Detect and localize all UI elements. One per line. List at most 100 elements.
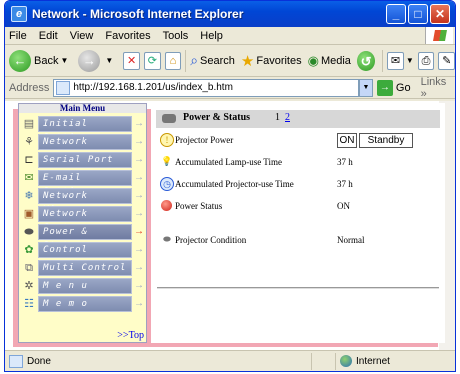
projector-condition-value: Normal — [337, 235, 365, 245]
go-button[interactable]: → Go — [376, 79, 411, 96]
maximize-button[interactable]: □ — [408, 4, 428, 24]
projector-condition-icon: ⬬ — [163, 234, 171, 244]
home-icon[interactable]: ⌂ — [164, 51, 182, 70]
forward-arrow-icon: → — [78, 49, 101, 72]
back-label: Back — [34, 54, 59, 67]
sidebar-item-memo[interactable]: ☷ M e m o → — [21, 296, 145, 312]
address-input[interactable]: http://192.168.1.201/us/index_b.htm — [53, 78, 360, 97]
title-bar: e Network - Microsoft Internet Explorer … — [5, 1, 455, 27]
projector-power-label: Projector Power — [175, 135, 234, 145]
sidebar-item-label: M e n u — [38, 278, 132, 294]
links-button[interactable]: Links » — [421, 76, 455, 100]
page-icon — [56, 80, 71, 95]
sidebar-item-network-viewer[interactable]: ❄ Network Viewer → — [21, 188, 145, 215]
address-dropdown-icon[interactable]: ▼ — [359, 78, 373, 97]
sidebar-item-label: Initial Setting — [38, 116, 132, 143]
page-done-icon — [9, 354, 23, 368]
back-dropdown-icon[interactable]: ▼ — [60, 56, 68, 65]
media-icon: ◉ — [307, 52, 319, 68]
lamp-bulb-icon: 💡 — [161, 156, 173, 166]
mail-icon[interactable]: ✉ — [387, 51, 404, 70]
back-button[interactable]: ← Back ▼ — [9, 49, 72, 72]
window-title: Network - Microsoft Internet Explorer — [32, 7, 244, 21]
browser-window: e Network - Microsoft Internet Explorer … — [4, 0, 456, 372]
clock-icon: ◷ — [160, 177, 174, 191]
print-icon[interactable]: ⎙ — [417, 51, 435, 70]
page-2-link[interactable]: 2 — [285, 112, 290, 123]
status-bar: Done Internet — [5, 350, 455, 371]
address-url: http://192.168.1.201/us/index_b.htm — [73, 82, 233, 93]
refresh-icon[interactable]: ⟳ — [143, 51, 161, 70]
minimize-button[interactable]: _ — [386, 4, 406, 24]
content-header: Power & Status 1 2 — [156, 110, 440, 128]
arrow-right-icon: → — [134, 190, 144, 201]
history-icon[interactable]: ↺ — [356, 50, 376, 71]
sidebar-item-label: M e m o — [38, 296, 132, 312]
menu-help[interactable]: Help — [200, 30, 223, 42]
edit-icon[interactable]: ✎ — [438, 51, 455, 70]
projector-icon: ⬬ — [24, 226, 34, 238]
search-button[interactable]: ⌕ Search — [190, 52, 235, 69]
network-capture-icon: ▣ — [23, 208, 35, 220]
menu-bar: File Edit View Favorites Tools Help — [5, 27, 455, 45]
media-label: Media — [320, 54, 351, 67]
menu-file[interactable]: File — [9, 30, 27, 42]
arrow-right-icon: → — [134, 154, 144, 165]
to-top-link[interactable]: >>Top — [117, 330, 144, 341]
ie-app-icon: e — [11, 6, 27, 22]
close-button[interactable]: ✕ — [430, 4, 450, 24]
initial-setting-icon: ▤ — [23, 118, 35, 130]
arrow-right-icon: → — [134, 244, 144, 255]
sidebar-item-control[interactable]: ✿ Control → — [21, 242, 145, 258]
sidebar-item-network[interactable]: ⚘ Network → — [21, 134, 145, 150]
sidebar-item-initial-setting[interactable]: ▤ Initial Setting → — [21, 116, 145, 143]
media-button[interactable]: ◉ Media — [308, 53, 351, 69]
projector-icon — [162, 114, 176, 123]
status-red-dot-icon — [161, 200, 172, 211]
windows-logo-icon — [425, 27, 453, 44]
sidebar-item-label: Network Capture — [38, 206, 132, 233]
sidebar-item-email-setting[interactable]: ✉ E-mail Setting → — [21, 170, 145, 197]
toolbar-separator — [185, 49, 187, 72]
menu-icon: ✲ — [24, 280, 34, 292]
arrow-right-icon: → — [134, 298, 144, 309]
sidebar-item-power-status[interactable]: ⬬ Power & Status → — [21, 224, 145, 251]
internet-globe-icon — [340, 355, 352, 367]
toolbar-separator — [382, 49, 384, 72]
menu-tools[interactable]: Tools — [163, 30, 189, 42]
page-title: Power & Status — [183, 112, 251, 123]
control-icon: ✿ — [24, 244, 34, 256]
menu-view[interactable]: View — [70, 30, 94, 42]
power-on-button[interactable]: ON — [337, 133, 357, 148]
status-text: Done — [27, 355, 51, 367]
arrow-right-active-icon: → — [134, 226, 144, 237]
status-done: Done — [5, 354, 311, 368]
content-divider — [157, 287, 439, 289]
sidebar-item-serial-port[interactable]: ⊏ Serial Port → — [21, 152, 145, 168]
email-icon: ✉ — [24, 172, 34, 184]
mail-dropdown-icon[interactable]: ▼ — [406, 56, 414, 65]
sidebar-item-label: Network Viewer — [38, 188, 132, 215]
address-bar: Address http://192.168.1.201/us/index_b.… — [5, 76, 455, 100]
network-viewer-icon: ❄ — [24, 190, 34, 202]
favorites-button[interactable]: ★ Favorites — [241, 52, 302, 70]
stop-icon[interactable]: ✕ — [123, 51, 140, 70]
status-content-panel: Power & Status 1 2 ! Projector Power ON … — [151, 103, 445, 343]
menu-favorites[interactable]: Favorites — [105, 30, 150, 42]
arrow-right-icon: → — [134, 172, 144, 183]
sidebar-item-network-capture[interactable]: ▣ Network Capture → — [21, 206, 145, 233]
go-arrow-icon: → — [376, 79, 393, 96]
forward-button[interactable]: → ▼ — [78, 49, 117, 72]
favorites-label: Favorites — [256, 54, 302, 67]
arrow-right-icon: → — [134, 118, 144, 129]
power-icon: ! — [160, 133, 174, 147]
menu-edit[interactable]: Edit — [39, 30, 58, 42]
arrow-right-icon: → — [134, 262, 144, 273]
projector-condition-label: Projector Condition — [175, 235, 247, 245]
forward-dropdown-icon[interactable]: ▼ — [105, 56, 113, 65]
sidebar-item-multi-control[interactable]: ⧉ Multi Control → — [21, 260, 145, 276]
arrow-right-icon: → — [134, 136, 144, 147]
sidebar-item-menu[interactable]: ✲ M e n u → — [21, 278, 145, 294]
standby-button[interactable]: Standby — [359, 133, 413, 148]
multi-control-icon: ⧉ — [25, 262, 33, 274]
